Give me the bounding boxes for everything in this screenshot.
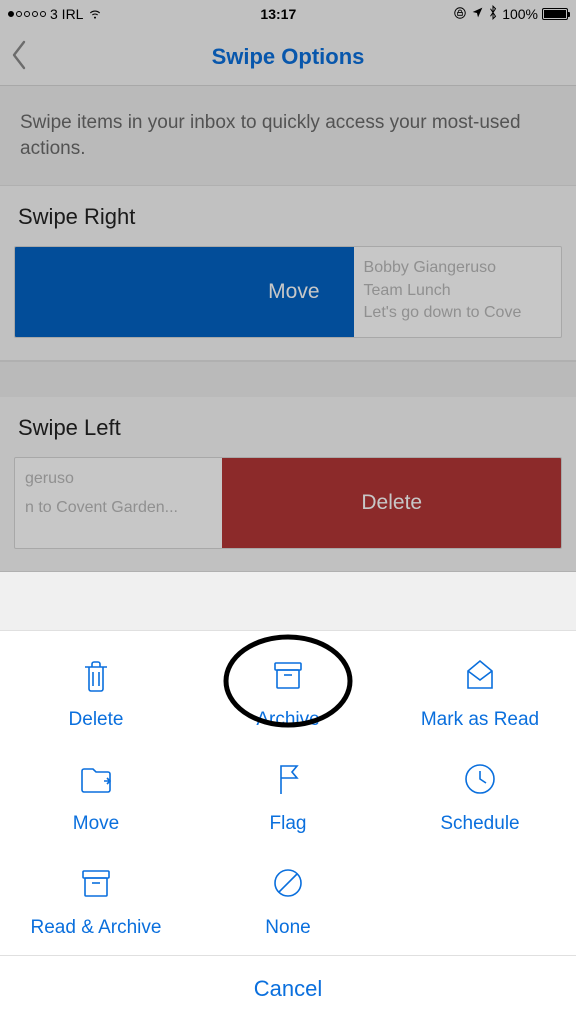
cancel-button[interactable]: Cancel (0, 956, 576, 1024)
option-label: Delete (69, 709, 124, 731)
preview-from: geruso (25, 468, 212, 490)
option-archive[interactable]: Archive (192, 653, 384, 731)
archive-icon (74, 861, 118, 905)
flag-icon (266, 757, 310, 801)
swipe-right-section: Swipe Right Move Bobby Giangeruso Team L… (0, 186, 576, 361)
clock: 13:17 (260, 6, 296, 22)
swipe-right-message-preview: Bobby Giangeruso Team Lunch Let's go dow… (354, 247, 561, 337)
location-icon (471, 6, 484, 22)
swipe-right-heading: Swipe Right (14, 204, 562, 230)
wifi-icon (87, 6, 103, 22)
preview-from: Bobby Giangeruso (364, 257, 551, 279)
battery-icon (542, 8, 568, 20)
clock-icon (458, 757, 502, 801)
signal-dots-icon (8, 11, 46, 17)
swipe-right-action-label: Move (268, 280, 319, 304)
option-move[interactable]: Move (0, 757, 192, 835)
swipe-left-preview[interactable]: geruso n to Covent Garden... Delete (14, 457, 562, 549)
option-mark-as-read[interactable]: Mark as Read (384, 653, 576, 731)
swipe-right-preview[interactable]: Move Bobby Giangeruso Team Lunch Let's g… (14, 246, 562, 338)
option-label: Read & Archive (31, 917, 162, 939)
trash-icon (74, 653, 118, 697)
option-delete[interactable]: Delete (0, 653, 192, 731)
swipe-right-action: Move (15, 247, 354, 337)
swipe-left-action-label: Delete (361, 491, 422, 515)
option-label: Flag (270, 813, 307, 835)
option-read-and-archive[interactable]: Read & Archive (0, 861, 192, 939)
swipe-left-heading: Swipe Left (14, 415, 562, 441)
option-flag[interactable]: Flag (192, 757, 384, 835)
preview-snippet: n to Covent Garden... (25, 497, 212, 519)
envelope-open-icon (458, 653, 502, 697)
page-title: Swipe Options (212, 44, 365, 70)
option-label: Schedule (440, 813, 519, 835)
archive-icon (266, 653, 310, 697)
none-icon (266, 861, 310, 905)
option-none[interactable]: None (192, 861, 384, 939)
back-button[interactable] (10, 40, 40, 74)
bluetooth-icon (488, 5, 498, 23)
folder-move-icon (74, 757, 118, 801)
preview-snippet: Let's go down to Cove (364, 302, 551, 324)
orientation-lock-icon (453, 6, 467, 23)
battery-pct: 100% (502, 6, 538, 22)
status-bar: 3 IRL 13:17 100% (0, 0, 576, 28)
option-label: None (265, 917, 310, 939)
swipe-left-message-preview: geruso n to Covent Garden... (15, 458, 222, 548)
swipe-left-action: Delete (222, 458, 561, 548)
option-label: Archive (256, 709, 319, 731)
swipe-left-section: Swipe Left geruso n to Covent Garden... … (0, 397, 576, 572)
carrier-label: 3 IRL (50, 6, 83, 22)
action-sheet: Delete Archive Mark as Read Move (0, 630, 576, 1024)
page-description: Swipe items in your inbox to quickly acc… (0, 86, 576, 186)
option-label: Mark as Read (421, 709, 539, 731)
preview-subject: Team Lunch (364, 280, 551, 302)
nav-header: Swipe Options (0, 28, 576, 86)
option-schedule[interactable]: Schedule (384, 757, 576, 835)
option-label: Move (73, 813, 119, 835)
